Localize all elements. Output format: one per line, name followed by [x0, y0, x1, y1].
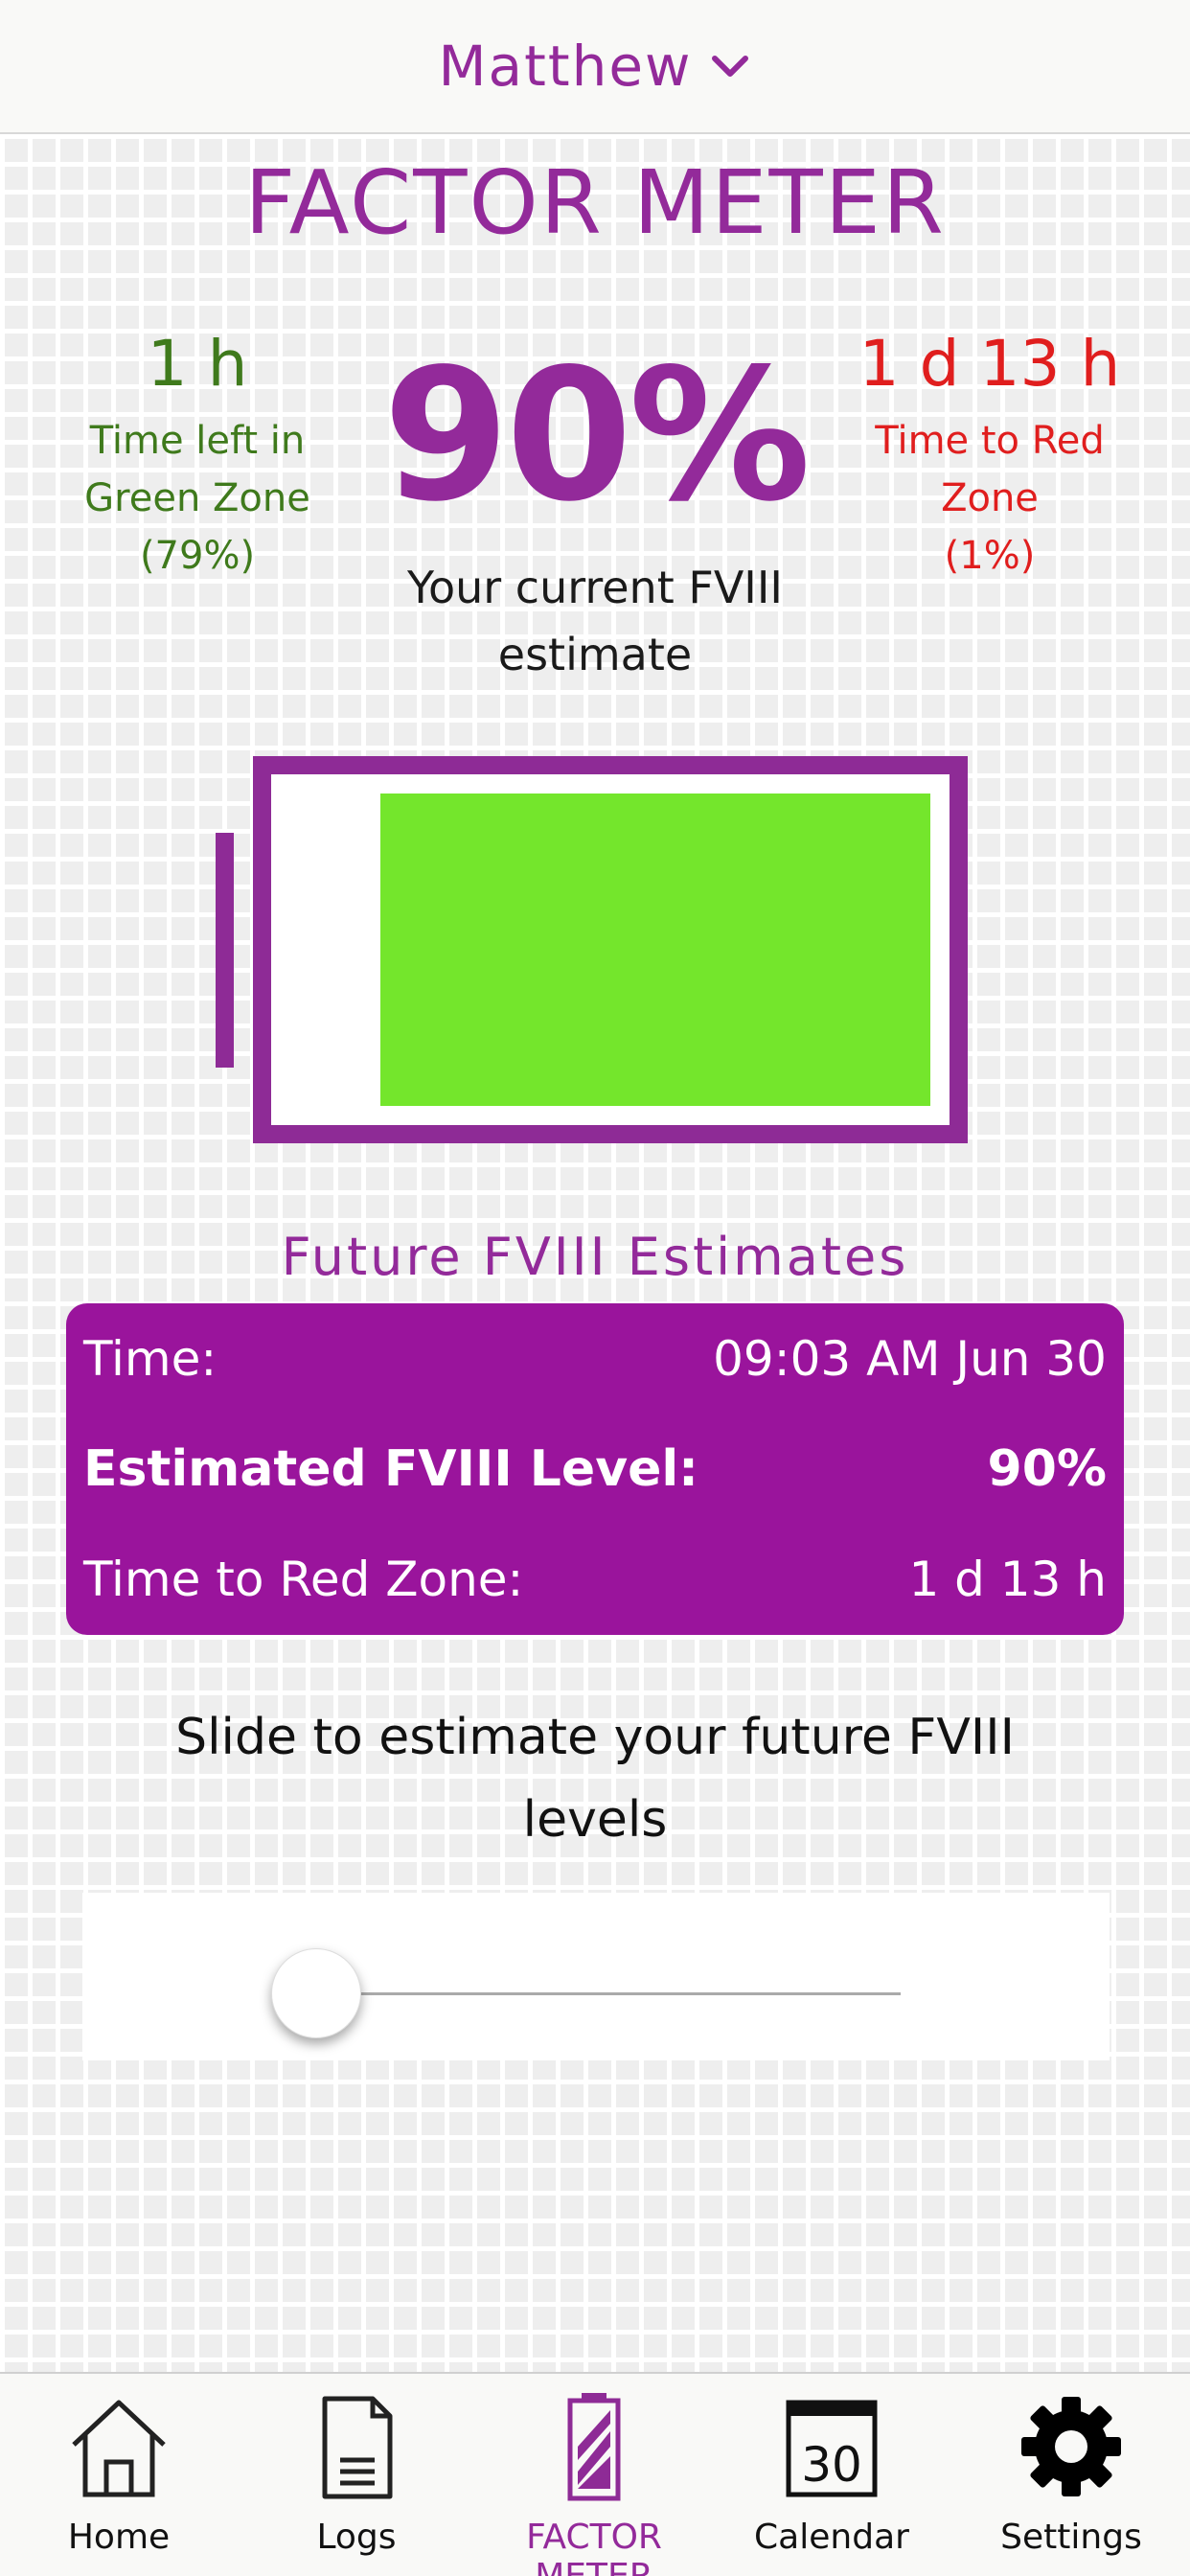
battery-icon [567, 2393, 621, 2501]
red-zone-stat: 1 d 13 h Time to Red Zone (1%) [827, 326, 1153, 585]
calendar-day: 30 [801, 2437, 862, 2493]
factor-meter-screen: Matthew FACTOR METER 1 h Time left in Gr… [0, 0, 1190, 2576]
page-title: FACTOR METER [244, 151, 946, 254]
tab-settings-label: Settings [1000, 2518, 1142, 2557]
red-zone-label: Time to Red Zone (1%) [875, 419, 1105, 578]
gear-icon [1021, 2397, 1121, 2496]
current-fviii-label: Your current FVIII estimate [406, 562, 783, 680]
current-fviii-percent: 90% [382, 330, 812, 541]
battery-terminal [216, 833, 234, 1068]
bottom-tab-bar: Home Logs FACTOR METER [0, 2372, 1190, 2576]
tab-calendar[interactable]: 30 Calendar [713, 2374, 950, 2576]
tab-factor-meter[interactable]: FACTOR METER [475, 2374, 713, 2576]
estimate-time-value: 09:03 AM Jun 30 [713, 1330, 1107, 1387]
slider-container [82, 1893, 1110, 2060]
current-estimate: 90% Your current FVIII estimate [355, 345, 835, 688]
green-zone-stat: 1 h Time left in Green Zone (79%) [34, 326, 360, 585]
estimate-row-time: Time: 09:03 AM Jun 30 [83, 1303, 1107, 1414]
estimate-row-red-zone: Time to Red Zone: 1 d 13 h [83, 1524, 1107, 1634]
estimate-level-label: Estimated FVIII Level: [83, 1439, 698, 1498]
estimate-time-label: Time: [83, 1330, 217, 1387]
calendar-icon: 30 [786, 2400, 878, 2497]
tab-home[interactable]: Home [0, 2374, 238, 2576]
red-zone-time: 1 d 13 h [858, 327, 1121, 401]
tab-logs-label: Logs [316, 2518, 397, 2557]
document-icon [322, 2396, 393, 2499]
user-selector[interactable]: Matthew [439, 34, 752, 99]
tab-logs[interactable]: Logs [238, 2374, 475, 2576]
green-zone-time: 1 h [147, 327, 248, 401]
slider-track[interactable] [287, 1992, 901, 1995]
estimate-red-zone-value: 1 d 13 h [908, 1551, 1107, 1607]
header: Matthew [0, 0, 1190, 134]
tab-factor-meter-label: FACTOR METER [526, 2518, 662, 2576]
estimate-level-value: 90% [987, 1439, 1107, 1498]
estimate-row-level: Estimated FVIII Level: 90% [83, 1414, 1107, 1524]
tab-calendar-label: Calendar [754, 2518, 909, 2557]
slider-instructions: Slide to estimate your future FVIII leve… [175, 1709, 1015, 1849]
future-estimates-title: Future FVIII Estimates [281, 1227, 909, 1287]
tab-home-label: Home [67, 2518, 171, 2557]
battery-level-fill [380, 794, 930, 1106]
battery-gauge [253, 756, 968, 1143]
chevron-down-icon [712, 56, 749, 77]
home-icon [72, 2400, 166, 2497]
future-estimates-panel: Time: 09:03 AM Jun 30 Estimated FVIII Le… [66, 1303, 1124, 1635]
green-zone-label: Time left in Green Zone (79%) [84, 419, 310, 578]
tab-settings[interactable]: Settings [952, 2374, 1190, 2576]
slider-thumb[interactable] [271, 1948, 361, 2038]
user-name: Matthew [438, 34, 693, 99]
estimate-red-zone-label: Time to Red Zone: [83, 1551, 524, 1607]
